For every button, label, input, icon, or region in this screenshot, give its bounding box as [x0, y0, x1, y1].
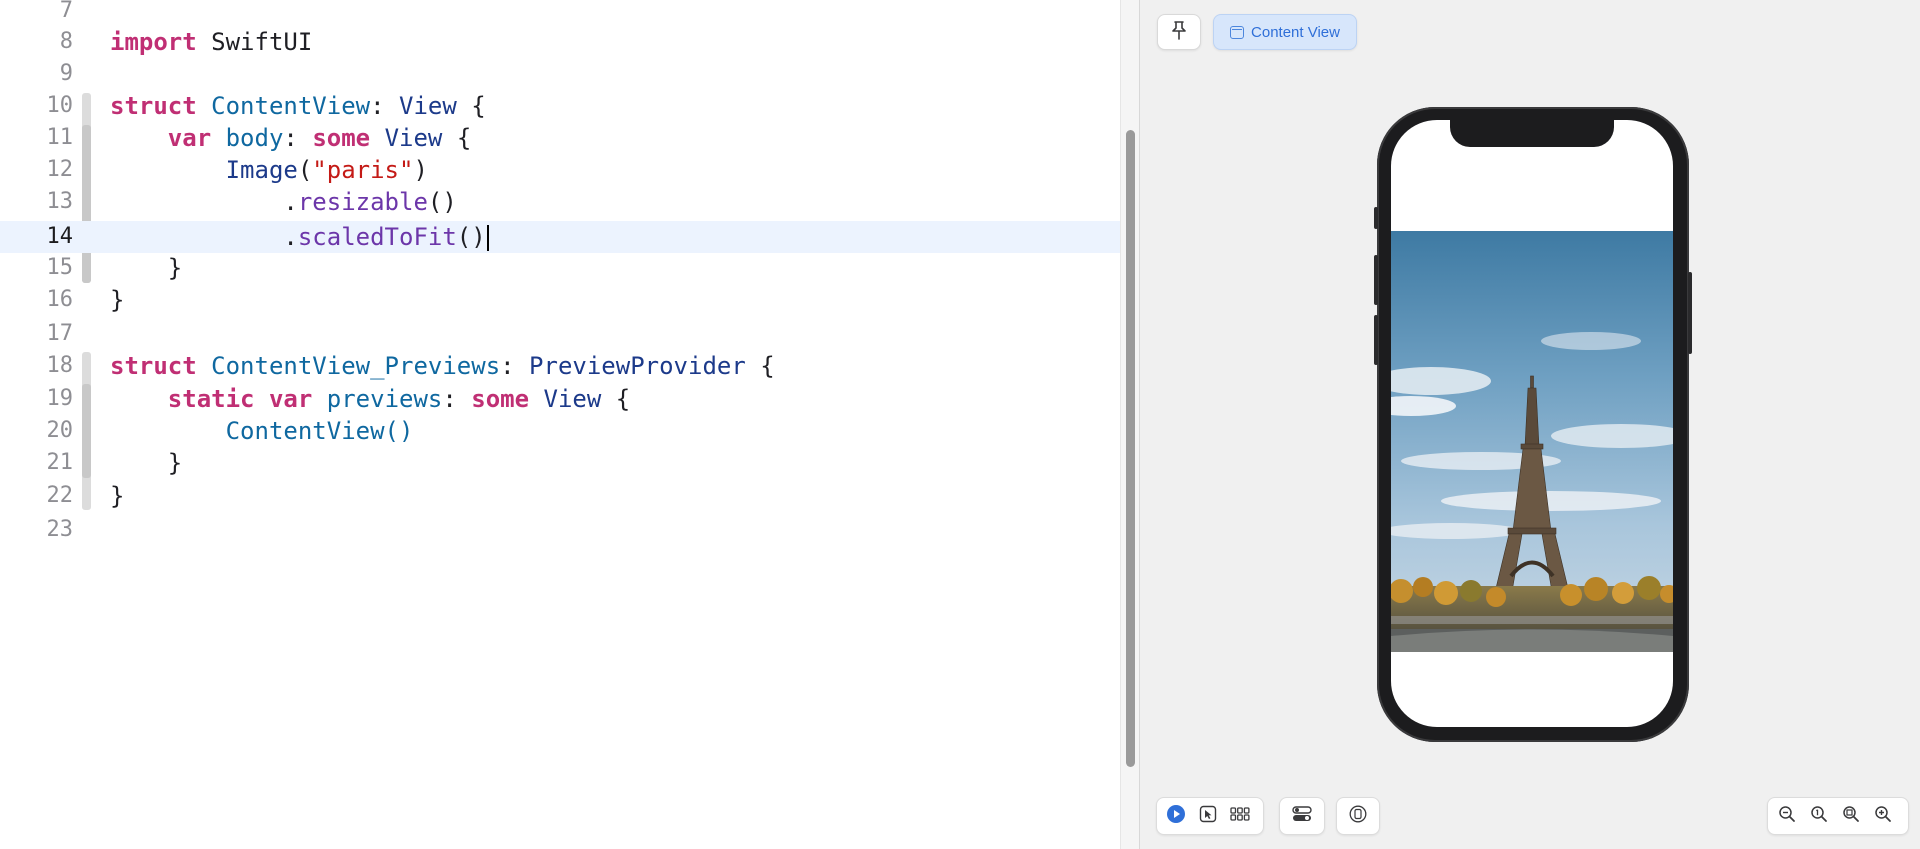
code-line[interactable]: 19 static var previews: some View { — [0, 383, 1120, 415]
zoom-out-button[interactable] — [1771, 800, 1803, 832]
code-line[interactable]: 9 — [0, 58, 1120, 90]
code-text: } — [167, 449, 183, 477]
code-line[interactable]: 22 } — [0, 480, 1120, 512]
zoom-controls — [1767, 797, 1909, 835]
code-text: struct ContentView_Previews: PreviewProv… — [110, 352, 775, 380]
code-text: } — [110, 286, 125, 314]
code-line[interactable]: 16 } — [0, 284, 1120, 316]
zoom-100-icon — [1810, 805, 1828, 828]
device-settings-icon — [1292, 805, 1312, 828]
code-line[interactable]: 10 struct ContentView: View { — [0, 90, 1120, 122]
preview-selector-label: Content View — [1251, 23, 1340, 41]
line-number: 22 — [46, 483, 74, 508]
code-line[interactable]: 15 } — [0, 252, 1120, 284]
device-button[interactable] — [1336, 797, 1380, 835]
line-number: 18 — [46, 353, 74, 378]
code-line[interactable]: 18 struct ContentView_Previews: PreviewP… — [0, 350, 1120, 382]
line-number: 20 — [46, 418, 74, 443]
line-number: 12 — [46, 157, 74, 182]
code-line[interactable]: 17 — [0, 318, 1120, 350]
zoom-in-icon — [1874, 805, 1892, 828]
zoom-100-button[interactable] — [1803, 800, 1835, 832]
code-line[interactable]: 23 — [0, 514, 1120, 546]
code-line[interactable]: 13 .resizable() — [0, 186, 1120, 218]
side-button-mute — [1374, 207, 1378, 229]
code-line-current[interactable]: 14 .scaledToFit() — [0, 221, 1120, 253]
zoom-fit-button[interactable] — [1835, 800, 1867, 832]
line-number: 11 — [46, 125, 74, 150]
pin-preview-button[interactable] — [1157, 14, 1201, 50]
line-number: 10 — [46, 93, 74, 118]
side-button-volume-down — [1374, 315, 1378, 365]
device-icon — [1349, 805, 1367, 828]
code-text: .resizable() — [283, 188, 457, 216]
line-number: 7 — [59, 0, 73, 23]
preview-mode-group — [1156, 797, 1264, 835]
line-number: 21 — [46, 450, 74, 475]
preview-selector-chip[interactable]: Content View — [1213, 14, 1357, 50]
code-text: } — [167, 254, 183, 282]
variants-button[interactable] — [1224, 800, 1256, 832]
code-line[interactable]: 12 Image("paris") — [0, 154, 1120, 186]
live-mode-button[interactable] — [1160, 800, 1192, 832]
line-number: 14 — [46, 224, 74, 249]
preview-canvas[interactable]: Content View — [1140, 0, 1920, 849]
code-text: ContentView() — [225, 417, 414, 445]
device-notch — [1450, 120, 1614, 147]
side-button-power — [1688, 272, 1692, 354]
code-line[interactable]: 8 import SwiftUI — [0, 26, 1120, 58]
code-line[interactable]: 21 } — [0, 447, 1120, 479]
play-circle-icon — [1166, 804, 1186, 829]
selectable-mode-button[interactable] — [1192, 800, 1224, 832]
code-text: Image("paris") — [225, 156, 428, 184]
device-screen[interactable] — [1391, 120, 1673, 727]
line-number: 13 — [46, 189, 74, 214]
code-text: static var previews: some View { — [167, 385, 631, 413]
pane-splitter[interactable] — [1120, 0, 1140, 849]
editor-scrollbar-thumb[interactable] — [1126, 130, 1135, 767]
line-number: 9 — [59, 61, 73, 86]
zoom-fit-icon — [1842, 805, 1860, 828]
cursor-select-icon — [1199, 805, 1217, 828]
code-text: .scaledToFit() — [110, 221, 489, 253]
device-frame — [1374, 107, 1692, 742]
pin-icon — [1170, 20, 1188, 45]
text-cursor — [486, 225, 489, 251]
device-settings-button[interactable] — [1279, 797, 1325, 835]
zoom-in-button[interactable] — [1867, 800, 1899, 832]
side-button-volume-up — [1374, 255, 1378, 305]
code-text: import SwiftUI — [110, 28, 313, 56]
window-icon — [1230, 25, 1245, 39]
grid-variants-icon — [1230, 806, 1250, 827]
line-number: 15 — [46, 255, 74, 280]
line-number: 17 — [46, 321, 74, 346]
code-line[interactable]: 11 var body: some View { — [0, 122, 1120, 154]
line-number: 23 — [46, 517, 74, 542]
code-text: struct ContentView: View { — [110, 92, 486, 120]
code-line[interactable]: 7 — [0, 0, 1120, 27]
paris-image — [1391, 231, 1673, 652]
line-number: 19 — [46, 386, 74, 411]
line-number: 8 — [59, 29, 73, 54]
code-text: } — [110, 482, 125, 510]
line-number: 16 — [46, 287, 74, 312]
zoom-out-icon — [1778, 805, 1796, 828]
code-text: var body: some View { — [167, 124, 472, 152]
code-editor[interactable]: 7 8 import SwiftUI 9 10 struct ContentVi… — [0, 0, 1120, 849]
code-line[interactable]: 20 ContentView() — [0, 415, 1120, 447]
